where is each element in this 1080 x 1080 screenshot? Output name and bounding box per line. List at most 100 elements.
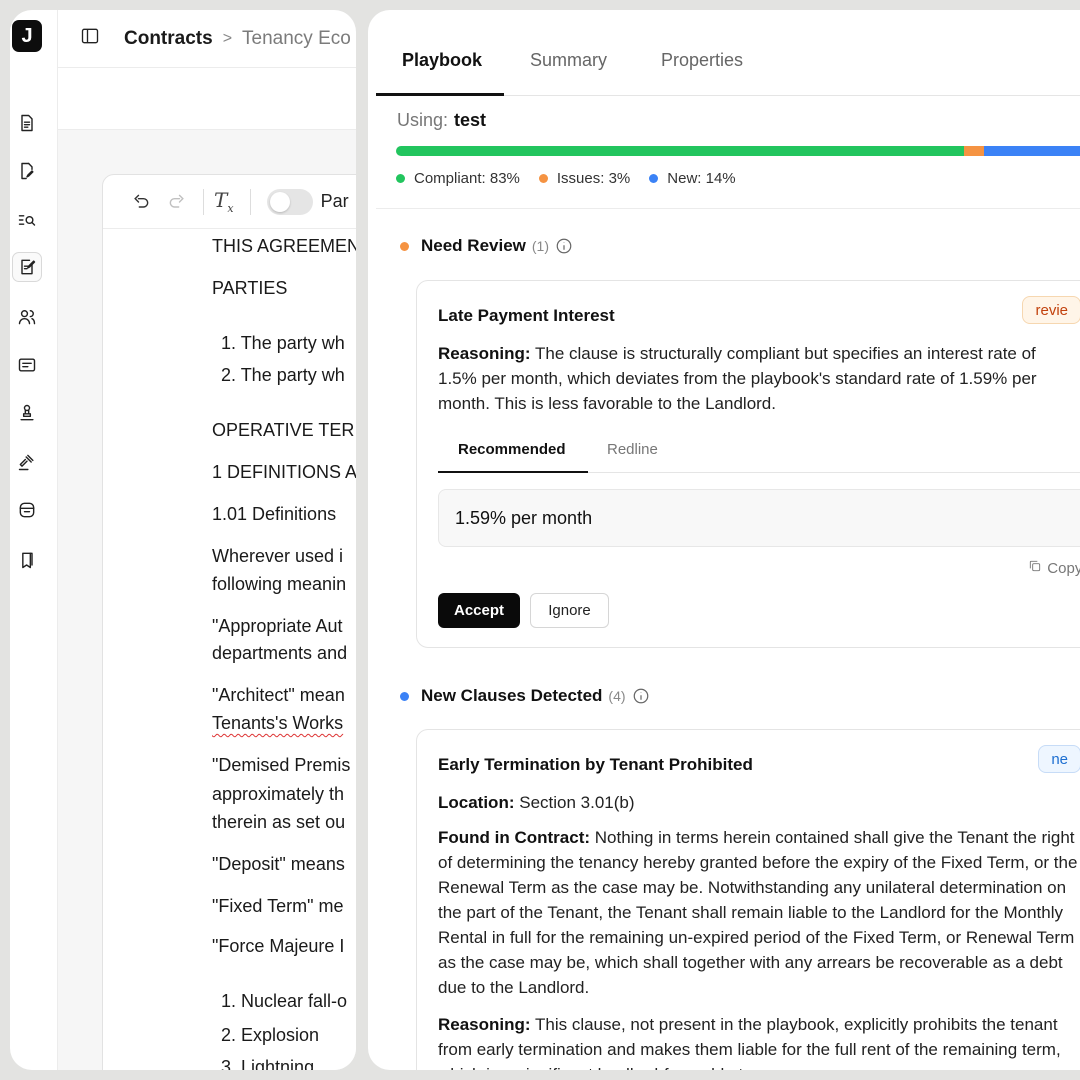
- found-text: Found in Contract: Nothing in terms here…: [438, 825, 1078, 1000]
- doc-line: "Force Majeure I: [212, 936, 345, 956]
- progress-issues: [963, 146, 985, 156]
- compliance-legend: Compliant: 83% Issues: 3% New: 14%: [396, 170, 755, 187]
- tab-summary[interactable]: Summary: [530, 50, 607, 71]
- app-logo[interactable]: J: [12, 20, 42, 52]
- found-body: Nothing in terms herein contained shall …: [438, 828, 1078, 997]
- found-label: Found in Contract:: [438, 828, 591, 847]
- document-icon[interactable]: [12, 108, 42, 138]
- redo-icon[interactable]: [163, 188, 191, 216]
- new-clauses-header[interactable]: New Clauses Detected (4): [400, 686, 650, 706]
- legend-issues: Issues: 3%: [538, 170, 631, 187]
- undo-icon[interactable]: [127, 188, 155, 216]
- doc-line: approximately th: [212, 784, 345, 804]
- tab-redline[interactable]: Redline: [607, 441, 658, 458]
- copy-label: Copy te: [1047, 559, 1080, 577]
- ignore-button[interactable]: Ignore: [530, 593, 609, 628]
- legend-text: Issues: 3%: [556, 170, 631, 187]
- location-label: Location:: [438, 793, 515, 812]
- person-stamp-icon[interactable]: [12, 398, 42, 428]
- sub-header: [58, 68, 356, 130]
- edit-document-icon[interactable]: [12, 156, 42, 186]
- new-clauses-count: (4): [608, 688, 626, 704]
- reasoning-text: Reasoning: This clause, not present in t…: [438, 1012, 1078, 1070]
- need-review-header[interactable]: Need Review (1): [400, 236, 573, 256]
- doc-line: Wherever used i: [212, 546, 344, 566]
- playbook-panel: Playbook Summary Properties Using: test C…: [368, 10, 1080, 1070]
- toggle-switch[interactable]: [266, 188, 313, 215]
- doc-line: 2. The party wh: [221, 365, 345, 385]
- copy-text-button[interactable]: Copy te: [1028, 559, 1080, 577]
- using-value: test: [454, 110, 487, 130]
- recommendation-tabs: Recommended Redline: [438, 431, 1080, 473]
- active-subtab-indicator: [438, 471, 588, 473]
- location-value: Section 3.01(b): [519, 793, 635, 812]
- reasoning-text: Reasoning: The clause is structurally co…: [438, 341, 1078, 416]
- doc-line: departments and: [212, 643, 348, 663]
- clause-title: Late Payment Interest: [438, 306, 615, 325]
- doc-line: "Deposit" means: [212, 854, 345, 874]
- clause-title: Early Termination by Tenant Prohibited: [438, 755, 753, 774]
- editor-toolbar: Tx Par: [103, 175, 356, 229]
- doc-line: 2. Explosion: [221, 1025, 320, 1045]
- doc-line: therein as set ou: [212, 812, 346, 832]
- compliance-progress-bar: [396, 146, 1080, 156]
- toolbar-divider: [249, 188, 251, 215]
- need-review-title: Need Review: [421, 236, 526, 255]
- editor-window: J Contracts > Tenancy Eco Tx Par THIS AG…: [10, 10, 356, 1070]
- reasoning-label: Reasoning:: [438, 1015, 531, 1034]
- doc-line: 1. The party wh: [221, 333, 345, 353]
- breadcrumb-bar: Contracts > Tenancy Eco: [58, 10, 356, 68]
- tab-recommended[interactable]: Recommended: [458, 441, 566, 458]
- reasoning-label: Reasoning:: [438, 344, 531, 363]
- doc-line: following meanin: [212, 574, 347, 594]
- doc-line: THIS AGREEMENT: [212, 236, 356, 256]
- review-document-icon[interactable]: [12, 252, 42, 282]
- section-divider: [376, 208, 1080, 209]
- tab-properties[interactable]: Properties: [661, 50, 743, 71]
- progress-compliant: [396, 146, 964, 156]
- playbook-selector[interactable]: Using: test: [397, 110, 486, 131]
- legend-new: New: 14%: [649, 170, 736, 187]
- breadcrumb-separator: >: [222, 29, 233, 47]
- search-list-icon[interactable]: [12, 205, 42, 235]
- doc-line: "Architect" mean: [212, 685, 345, 705]
- doc-line: Tenants's Works: [212, 713, 344, 733]
- info-icon[interactable]: [549, 237, 573, 255]
- legend-compliant: Compliant: 83%: [396, 170, 520, 187]
- doc-line: "Fixed Term" me: [212, 896, 344, 916]
- new-clauses-title: New Clauses Detected: [421, 686, 603, 705]
- bookmarks-icon[interactable]: [12, 545, 42, 575]
- new-badge: ne: [1038, 745, 1080, 773]
- accept-button[interactable]: Accept: [438, 593, 520, 628]
- doc-line: 3. Lightning: [221, 1057, 315, 1070]
- using-label: Using:: [397, 110, 449, 130]
- breadcrumb-contracts[interactable]: Contracts: [124, 28, 213, 50]
- icon-rail: J: [10, 10, 58, 1070]
- gavel-icon[interactable]: [12, 447, 42, 477]
- doc-line: OPERATIVE TER: [212, 420, 355, 440]
- breadcrumb-current: Tenancy Eco: [242, 27, 351, 49]
- info-icon[interactable]: [626, 687, 650, 705]
- legend-text: New: 14%: [667, 170, 736, 187]
- status-dot: [400, 691, 409, 701]
- doc-line: 1. Nuclear fall-o: [221, 991, 348, 1011]
- need-review-count: (1): [531, 238, 550, 254]
- new-clause-card: Early Termination by Tenant Prohibited n…: [416, 729, 1080, 1070]
- panel-tabs: Playbook Summary Properties: [376, 34, 1080, 96]
- legend-dot: [538, 174, 548, 183]
- archive-box-icon[interactable]: [12, 495, 42, 525]
- legend-text: Compliant: 83%: [414, 170, 520, 187]
- tab-playbook[interactable]: Playbook: [402, 50, 482, 71]
- card-list-icon[interactable]: [12, 350, 42, 380]
- location-text: Location: Section 3.01(b): [438, 790, 1078, 815]
- copy-icon: [1028, 559, 1047, 577]
- progress-new: [984, 146, 1080, 156]
- toolbar-divider: [203, 188, 204, 215]
- clear-formatting-icon[interactable]: Tx: [214, 188, 234, 215]
- doc-line: PARTIES: [212, 278, 288, 298]
- users-icon[interactable]: [12, 302, 42, 332]
- doc-line: "Demised Premis: [212, 755, 351, 775]
- sidebar-toggle-icon[interactable]: [80, 26, 100, 51]
- doc-line: 1 DEFINITIONS A: [212, 462, 356, 482]
- legend-dot: [396, 174, 405, 183]
